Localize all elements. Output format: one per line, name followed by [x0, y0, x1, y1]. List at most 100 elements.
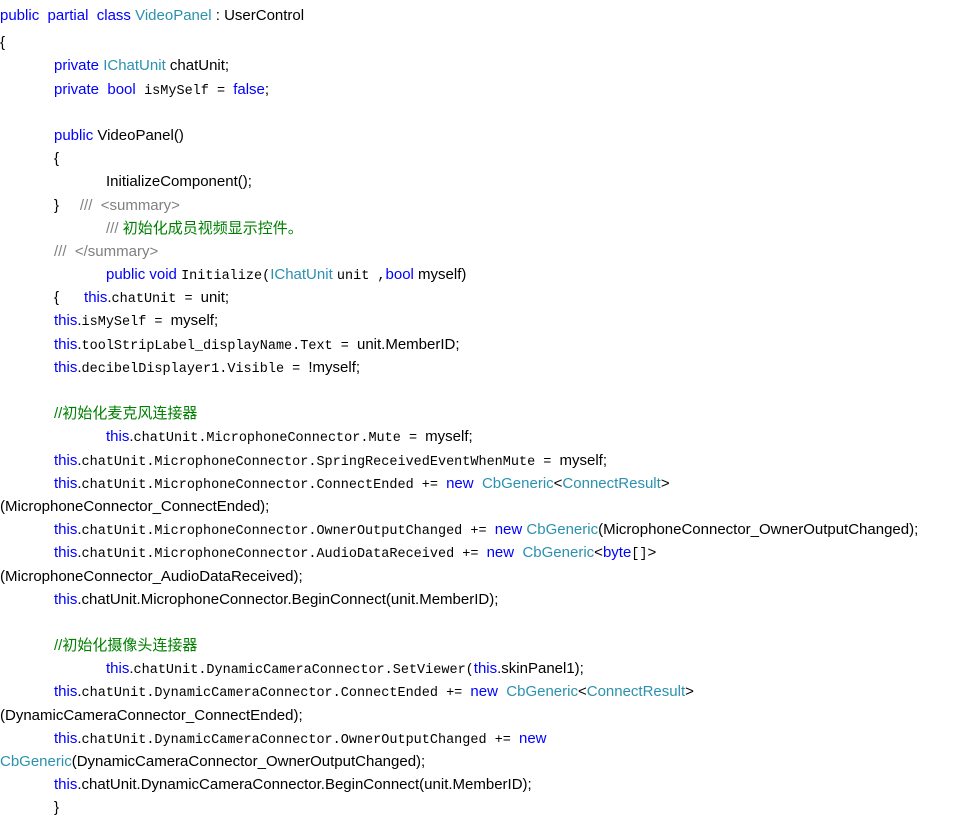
code-token: (DynamicCameraConnector_OwnerOutputChang… — [71, 753, 426, 770]
code-token: ( — [465, 663, 474, 679]
code-line: public partial class VideoPanel : UserCo… — [0, 0, 954, 31]
code-token: } — [54, 799, 60, 817]
code-token: > — [647, 544, 657, 562]
code-token: this — [54, 474, 78, 492]
code-line: { this.chatUnit = unit; — [0, 286, 954, 309]
code-token: unit — [336, 269, 370, 285]
code-token: ( — [262, 269, 271, 285]
code-token: < — [577, 683, 587, 701]
code-token: this — [106, 660, 130, 678]
code-token: bool — [385, 266, 414, 284]
code-token: VideoPanel — [135, 7, 212, 24]
code-token: VideoPanel() — [93, 126, 184, 144]
code-line: this.chatUnit.MicrophoneConnector.AudioD… — [0, 541, 954, 564]
code-token: class — [96, 7, 131, 24]
code-line: //初始化摄像头连接器 — [0, 634, 954, 657]
code-token: (MicrophoneConnector_AudioDataReceived); — [0, 567, 303, 585]
code-listing: public partial class VideoPanel : UserCo… — [0, 0, 954, 820]
code-line: this.chatUnit.DynamicCameraConnector.Beg… — [0, 773, 954, 796]
code-token: /// — [79, 196, 93, 214]
code-token: = — [208, 83, 234, 99]
code-line: this.chatUnit.DynamicCameraConnector.Con… — [0, 680, 954, 703]
code-token: > — [660, 474, 670, 492]
code-token: this — [54, 521, 78, 539]
code-token: this — [54, 451, 78, 469]
code-token: .skinPanel1); — [497, 660, 584, 678]
code-token: { — [0, 34, 6, 52]
code-line: public void Initialize(IChatUnit unit ,b… — [0, 263, 954, 286]
code-token: partial — [47, 7, 89, 24]
code-token: [] — [631, 547, 648, 563]
code-token: myself; — [559, 451, 608, 469]
code-token: CbGeneric — [526, 521, 599, 539]
code-token: += — [486, 732, 519, 748]
code-token: IChatUnit — [270, 266, 333, 284]
code-token: = — [176, 292, 201, 308]
code-token: void — [149, 266, 177, 284]
code-line: (DynamicCameraConnector_ConnectEnded); — [0, 704, 954, 727]
code-token: += — [454, 547, 487, 563]
code-token: 初始化成员视频显示控件。 — [122, 219, 303, 237]
code-token: IChatUnit — [103, 57, 166, 75]
code-token: byte — [602, 544, 632, 562]
code-line: this.chatUnit.DynamicCameraConnector.Set… — [0, 657, 954, 680]
code-token: chatUnit.MicrophoneConnector.ConnectEnde… — [81, 477, 414, 493]
code-line: this.chatUnit.MicrophoneConnector.Spring… — [0, 449, 954, 472]
code-token: chatUnit.DynamicCameraConnector.OwnerOut… — [81, 732, 487, 748]
code-token: /// — [54, 242, 67, 260]
code-token: this — [54, 729, 78, 747]
code-token: ; — [264, 80, 270, 98]
code-token: > — [685, 683, 694, 701]
code-token: chatUnit.MicrophoneConnector.AudioDataRe… — [81, 547, 455, 563]
code-line: this.chatUnit.MicrophoneConnector.OwnerO… — [0, 518, 954, 541]
code-token: this — [106, 428, 130, 446]
code-line: this.chatUnit.MicrophoneConnector.Connec… — [0, 472, 954, 495]
code-line: this.toolStripLabel_displayName.Text = u… — [0, 333, 954, 356]
code-token: this — [84, 289, 108, 307]
code-line: this.decibelDisplayer1.Visible = !myself… — [0, 356, 954, 379]
code-token: isMySelf — [144, 83, 209, 99]
code-token: , — [369, 269, 386, 285]
code-token: += — [413, 477, 447, 493]
code-token: this — [54, 590, 78, 608]
code-token: unit.MemberID; — [356, 335, 460, 353]
code-line: //初始化麦克风连接器 — [0, 402, 954, 425]
code-token: .chatUnit.DynamicCameraConnector.BeginCo… — [77, 776, 532, 794]
code-token: myself; — [170, 312, 219, 330]
code-token: decibelDisplayer1.Visible — [81, 361, 285, 377]
code-line: InitializeComponent(); — [0, 170, 954, 193]
code-token: <summary> — [100, 196, 180, 214]
code-token: < — [594, 544, 603, 562]
code-token: CbGeneric — [0, 753, 72, 770]
code-token: this — [54, 683, 78, 701]
code-token: private — [54, 57, 100, 75]
code-token: chatUnit.MicrophoneConnector.Mute — [133, 431, 401, 447]
code-token: += — [462, 524, 495, 540]
code-line: (MicrophoneConnector_ConnectEnded); — [0, 495, 954, 518]
code-token: = — [284, 361, 309, 377]
code-token: chatUnit — [111, 292, 177, 308]
code-token: = — [146, 315, 171, 331]
code-token: (MicrophoneConnector_OwnerOutputChanged)… — [598, 521, 919, 539]
code-line: (MicrophoneConnector_AudioDataReceived); — [0, 565, 954, 588]
code-token: this — [54, 358, 78, 376]
code-line: CbGeneric(DynamicCameraConnector_OwnerOu… — [0, 750, 954, 773]
code-token: chatUnit.MicrophoneConnector.OwnerOutput… — [81, 524, 463, 540]
code-token: new — [470, 683, 498, 701]
code-token: (DynamicCameraConnector_ConnectEnded); — [0, 706, 303, 724]
code-token: CbGeneric — [506, 683, 578, 701]
code-token: this — [54, 312, 78, 330]
code-line: public VideoPanel() — [0, 124, 954, 147]
code-token: chatUnit; — [165, 57, 230, 75]
code-token: ConnectResult — [562, 474, 661, 492]
code-token: myself; — [425, 428, 473, 446]
code-token: InitializeComponent(); — [106, 173, 252, 191]
code-token: Initialize — [181, 269, 263, 285]
